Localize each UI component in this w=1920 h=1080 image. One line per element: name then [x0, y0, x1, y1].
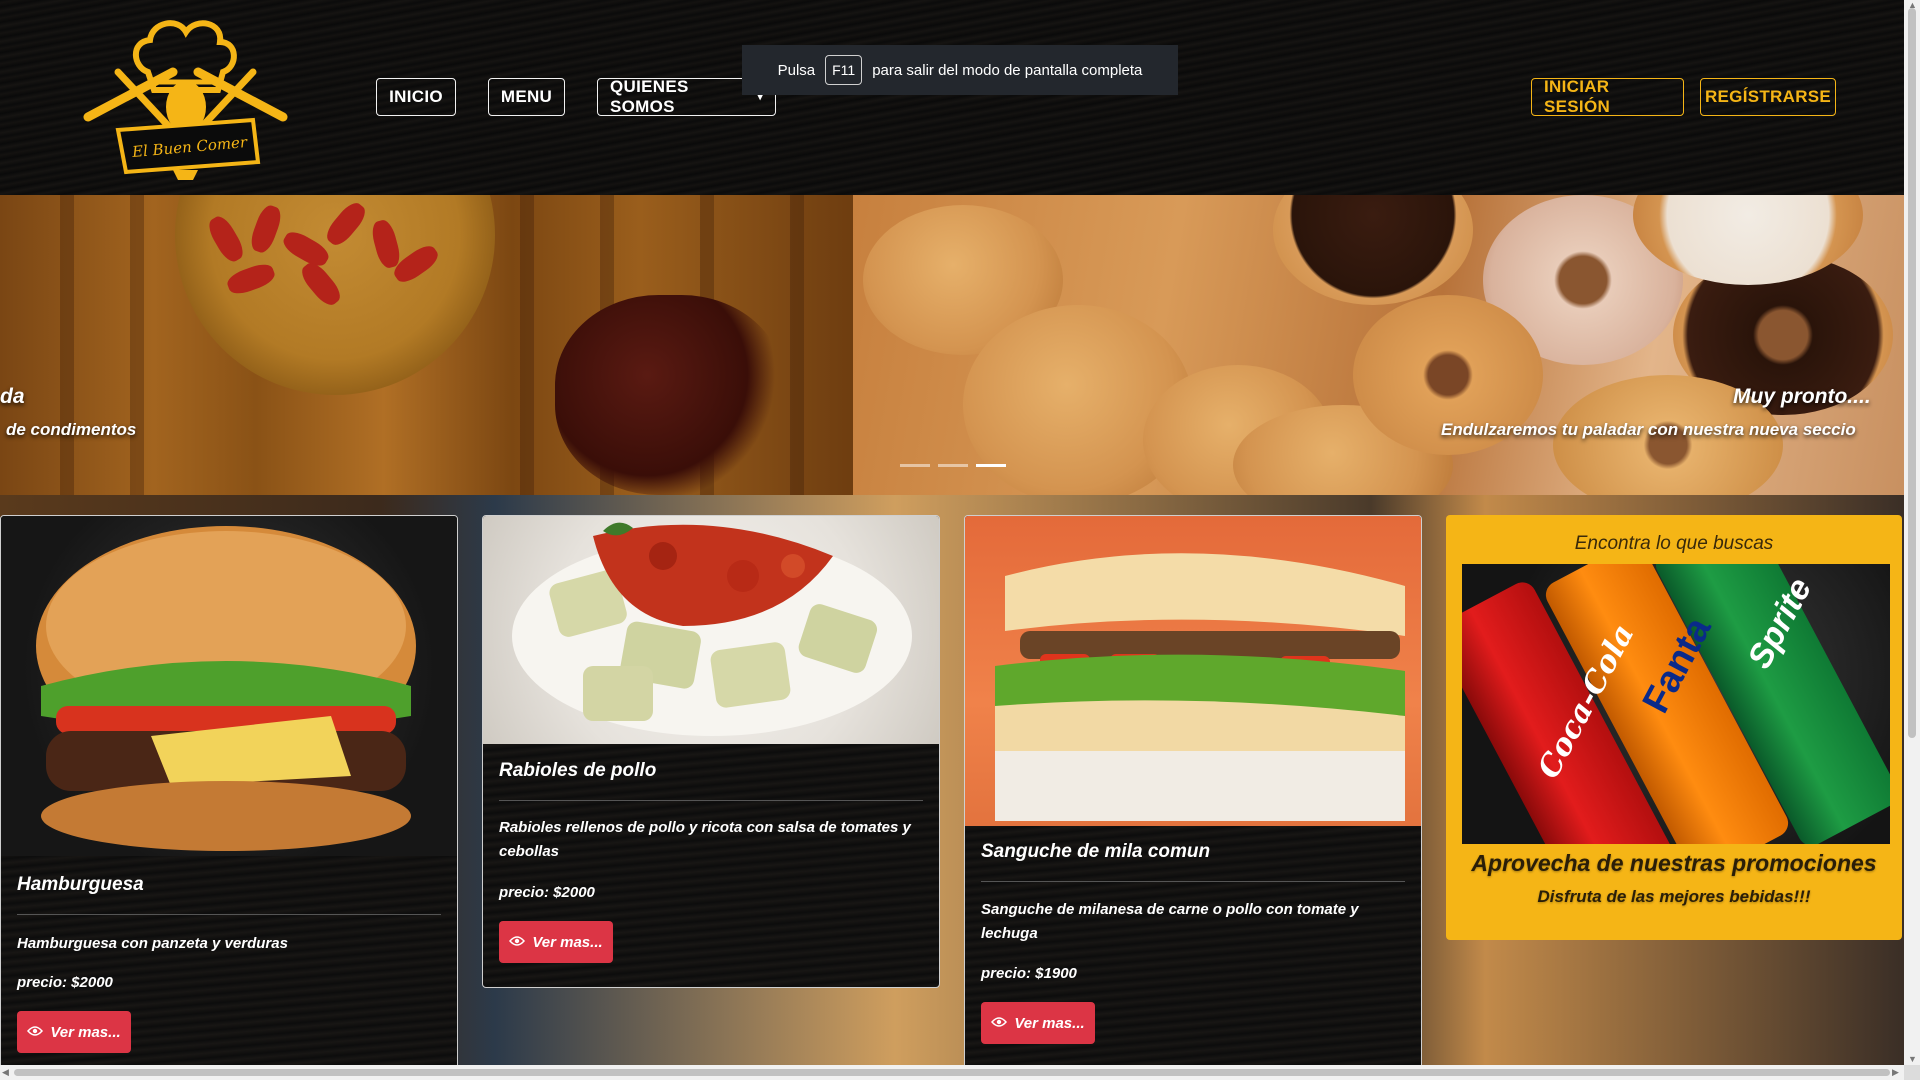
- promo-title: Aprovecha de nuestras promociones: [1471, 850, 1877, 876]
- ver-mas-button[interactable]: Ver mas...: [499, 921, 613, 963]
- hero-carousel[interactable]: da de condimentos Muy pronto.... Endulza…: [0, 195, 1904, 495]
- product-card-sanguche: Sanguche de mila comun Sanguche de milan…: [964, 515, 1422, 1075]
- logo[interactable]: El Buen Comer: [78, 12, 293, 182]
- nav-quienes-somos-label: QUIENES SOMOS: [610, 77, 689, 116]
- eye-icon: [27, 1024, 44, 1041]
- carousel-indicator-1[interactable]: [900, 464, 930, 467]
- ver-mas-label: Ver mas...: [50, 1023, 121, 1041]
- slide-left-title: da: [0, 385, 25, 408]
- hamburguesa-image: [1, 516, 457, 856]
- promo-drinks-image[interactable]: Coca-Cola Fanta Sprite: [1462, 564, 1890, 844]
- site-header: El Buen Comer INICIO MENU QUIENES SOMOS …: [0, 0, 1904, 195]
- card-price: precio: $2000: [17, 974, 113, 991]
- scrollbar-corner: [1904, 1065, 1920, 1080]
- card-price: precio: $2000: [499, 884, 595, 901]
- login-button[interactable]: INICIAR SESIÓN: [1531, 77, 1684, 116]
- promo-panel: Encontra lo que buscas Coca-Cola Fanta S…: [1446, 515, 1902, 940]
- ver-mas-label: Ver mas...: [1014, 1014, 1085, 1032]
- horizontal-scroll-thumb[interactable]: [14, 1069, 1890, 1076]
- card-title: Rabioles de pollo: [499, 760, 657, 781]
- sanguche-image: [965, 516, 1421, 826]
- slide-right-text: Endulzaremos tu paladar con nuestra nuev…: [1441, 420, 1856, 439]
- eye-icon: [509, 934, 526, 951]
- vertical-scroll-thumb[interactable]: [1908, 8, 1916, 738]
- promo-subtitle: Disfruta de las mejores bebidas!!!: [1537, 887, 1811, 906]
- vertical-scrollbar[interactable]: ▲ ▼: [1904, 0, 1920, 1065]
- card-price: precio: $1900: [981, 965, 1077, 982]
- card-divider: [499, 800, 923, 801]
- card-title: Hamburguesa: [17, 874, 144, 895]
- fullscreen-notice-post: para salir del modo de pantalla completa: [872, 61, 1143, 79]
- eye-icon: [991, 1015, 1008, 1032]
- card-title: Sanguche de mila comun: [981, 841, 1211, 862]
- ver-mas-button[interactable]: Ver mas...: [981, 1002, 1095, 1044]
- scroll-left-arrow-icon[interactable]: ◀: [2, 1067, 9, 1078]
- product-card-hamburguesa: Hamburguesa Hamburguesa con panzeta y ve…: [0, 515, 458, 1075]
- card-divider: [981, 881, 1405, 882]
- slide-sweets-image: Muy pronto.... Endulzaremos tu paladar c…: [853, 195, 1904, 495]
- card-description: Hamburguesa con panzeta y verduras: [17, 935, 288, 952]
- rabioles-image: [483, 516, 939, 744]
- carousel-indicators: [900, 464, 1006, 467]
- nav-inicio[interactable]: INICIO: [376, 78, 456, 116]
- nav-menu[interactable]: MENU: [488, 78, 565, 116]
- carousel-indicator-2[interactable]: [938, 464, 968, 467]
- scroll-right-arrow-icon[interactable]: ▶: [1892, 1067, 1899, 1078]
- scroll-down-arrow-icon[interactable]: ▼: [1908, 1054, 1917, 1064]
- fullscreen-notice: Pulsa F11 para salir del modo de pantall…: [742, 45, 1178, 95]
- carousel-indicator-3[interactable]: [976, 464, 1006, 467]
- card-description: Sanguche de milanesa de carne o pollo co…: [981, 901, 1359, 942]
- register-button[interactable]: REGÍSTRARSE: [1700, 78, 1836, 116]
- slide-right-title: Muy pronto....: [1733, 385, 1871, 408]
- ver-mas-button[interactable]: Ver mas...: [17, 1011, 131, 1053]
- slide-spices-image: da de condimentos: [0, 195, 853, 495]
- fullscreen-notice-pre: Pulsa: [777, 61, 816, 79]
- product-card-rabioles: Rabioles de pollo Rabioles rellenos de p…: [482, 515, 940, 988]
- promo-heading: Encontra lo que buscas: [1574, 533, 1774, 554]
- f11-key: F11: [825, 55, 863, 85]
- slide-left-text: de condimentos: [6, 420, 137, 439]
- card-description: Rabioles rellenos de pollo y ricota con …: [499, 819, 911, 860]
- horizontal-scrollbar[interactable]: ◀ ▶: [0, 1065, 1904, 1080]
- card-divider: [17, 914, 441, 915]
- ver-mas-label: Ver mas...: [532, 933, 603, 951]
